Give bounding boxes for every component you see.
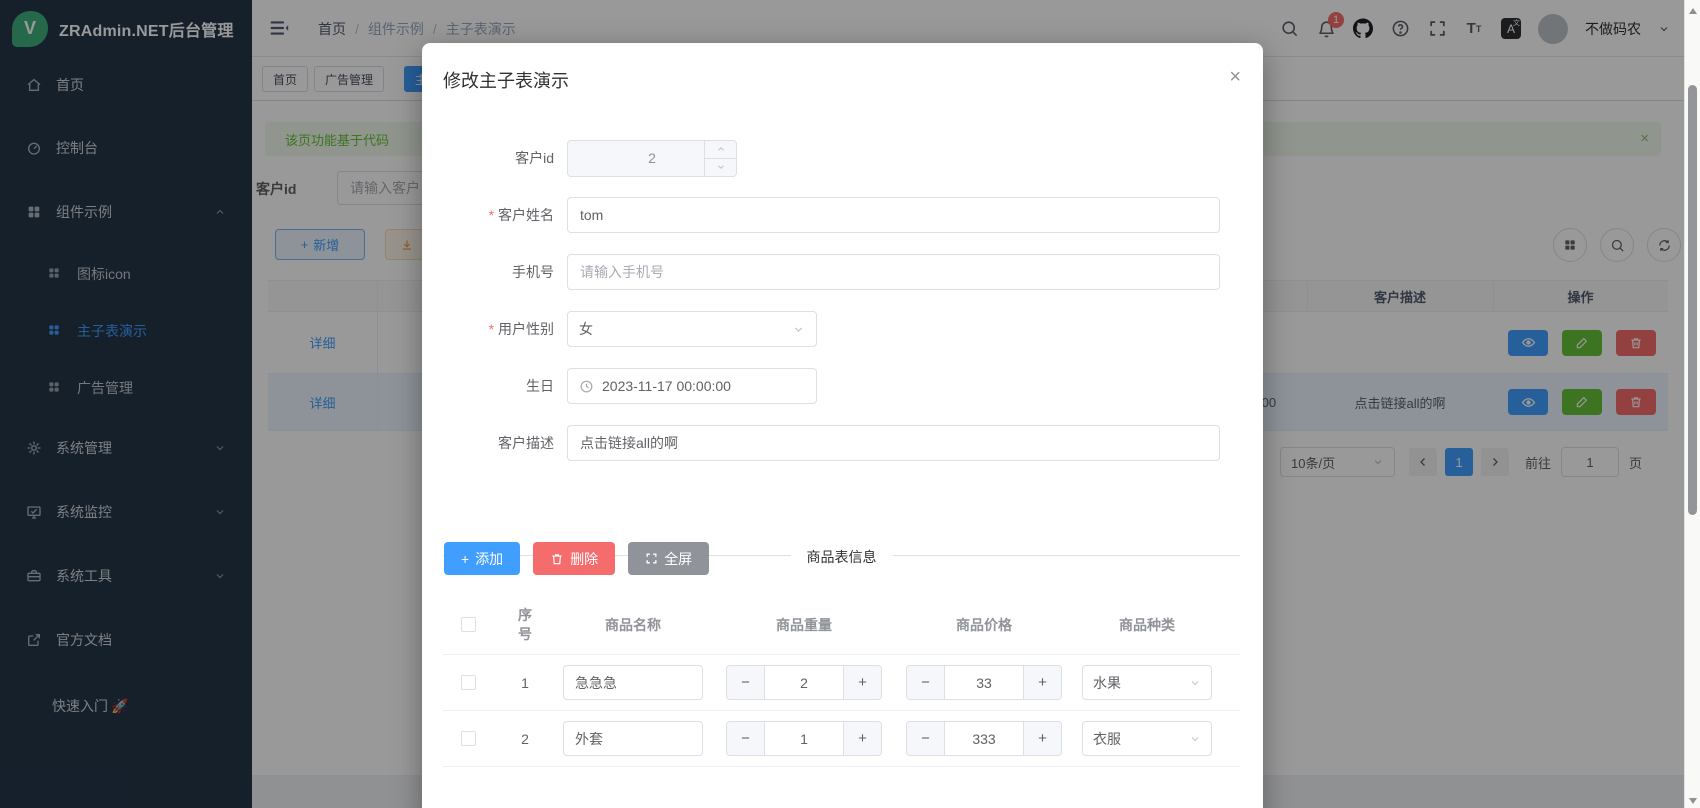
- decrease-icon[interactable]: [705, 159, 736, 176]
- select-all-checkbox[interactable]: [461, 617, 476, 632]
- row-index: 1: [493, 675, 557, 691]
- col-header-price: 商品价格: [956, 615, 1012, 635]
- row-index: 2: [493, 731, 557, 747]
- customer-name-input[interactable]: [567, 197, 1220, 233]
- weight-stepper: − 2 +: [726, 665, 882, 700]
- field-label-sex: 用户性别: [443, 319, 567, 339]
- close-icon[interactable]: ×: [1229, 67, 1241, 87]
- field-label-id: 客户id: [443, 148, 567, 168]
- minus-button[interactable]: −: [727, 666, 765, 699]
- minus-button[interactable]: −: [727, 722, 765, 755]
- row-delete-button[interactable]: 删除: [533, 542, 615, 575]
- col-header-no: 序号: [516, 606, 534, 644]
- edit-dialog: 修改主子表演示 × 客户id 2 客户姓名 手机号: [422, 43, 1263, 808]
- minus-button[interactable]: −: [907, 722, 945, 755]
- plus-icon: +: [461, 551, 469, 567]
- increase-icon[interactable]: [705, 141, 736, 159]
- dialog-form: 客户id 2 客户姓名 手机号 用户性别: [443, 140, 1233, 461]
- price-stepper: − 33 +: [906, 665, 1062, 700]
- sub-table-toolbar: +添加 删除 全屏: [444, 542, 709, 575]
- plus-button[interactable]: +: [1023, 666, 1061, 699]
- field-label-phone: 手机号: [443, 262, 567, 282]
- product-type-select[interactable]: 水果: [1082, 665, 1212, 700]
- browser-scrollbar[interactable]: [1684, 0, 1700, 808]
- fullscreen-icon: [645, 552, 658, 565]
- col-header-name: 商品名称: [605, 615, 661, 635]
- divider-title: 商品表信息: [791, 547, 893, 567]
- scroll-down-arrow[interactable]: [1689, 798, 1697, 804]
- row-checkbox[interactable]: [461, 731, 476, 746]
- product-table-header: 序号 商品名称 商品重量 商品价格 商品种类: [443, 595, 1240, 655]
- birthday-picker[interactable]: 2023-11-17 00:00:00: [567, 368, 817, 404]
- scrollbar-thumb[interactable]: [1688, 85, 1697, 515]
- product-row: 1 − 2 + − 33 +: [443, 655, 1240, 711]
- plus-button[interactable]: +: [1023, 722, 1061, 755]
- dialog-title: 修改主子表演示: [443, 67, 569, 93]
- chevron-down-icon: [1189, 733, 1201, 745]
- field-label-birthday: 生日: [443, 376, 567, 396]
- scroll-up-arrow[interactable]: [1689, 8, 1697, 14]
- fullscreen-button[interactable]: 全屏: [628, 542, 709, 575]
- product-name-input[interactable]: [563, 665, 703, 700]
- row-add-button[interactable]: +添加: [444, 542, 520, 575]
- weight-stepper: − 1 +: [726, 721, 882, 756]
- trash-icon: [550, 552, 564, 566]
- product-type-select[interactable]: 衣服: [1082, 721, 1212, 756]
- row-checkbox[interactable]: [461, 675, 476, 690]
- product-row: 2 − 1 + − 333 +: [443, 711, 1240, 767]
- col-header-weight: 商品重量: [776, 615, 832, 635]
- product-name-input[interactable]: [563, 721, 703, 756]
- field-label-name: 客户姓名: [443, 205, 567, 225]
- customer-id-input: 2: [567, 140, 737, 177]
- plus-button[interactable]: +: [843, 666, 881, 699]
- phone-input[interactable]: [567, 254, 1220, 290]
- plus-button[interactable]: +: [843, 722, 881, 755]
- chevron-down-icon: [1189, 677, 1201, 689]
- product-table: 序号 商品名称 商品重量 商品价格 商品种类 1 − 2 +: [443, 595, 1240, 767]
- number-stepper[interactable]: [704, 141, 736, 176]
- price-stepper: − 333 +: [906, 721, 1062, 756]
- customer-desc-input[interactable]: [567, 425, 1220, 461]
- field-label-desc: 客户描述: [443, 433, 567, 453]
- app-root: V ZRAdmin.NET后台管理 首页 控制台 组件示例 图标icon 主子表…: [0, 0, 1700, 808]
- clock-icon: [579, 379, 594, 394]
- col-header-type: 商品种类: [1119, 615, 1175, 635]
- chevron-down-icon: [792, 323, 805, 336]
- minus-button[interactable]: −: [907, 666, 945, 699]
- sex-select[interactable]: 女: [567, 311, 817, 347]
